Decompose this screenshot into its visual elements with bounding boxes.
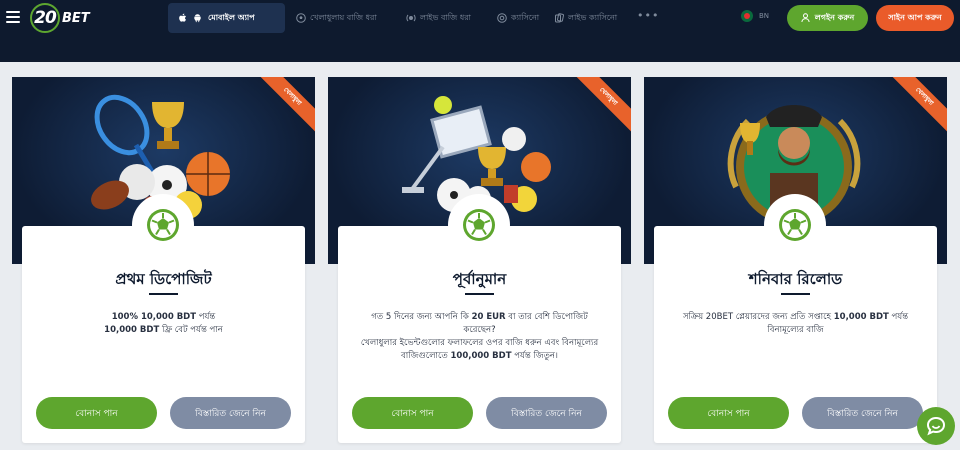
signup-label: সাইন আপ করুন xyxy=(888,12,942,22)
desc-text: সক্রিয় 20BET প্লেয়ারদের জন্য প্রতি সপ্… xyxy=(682,312,834,322)
nav-label: লাইভ ক্যাসিনো xyxy=(568,12,618,22)
get-bonus-button[interactable]: বোনাস পান xyxy=(352,397,473,429)
mobile-app-label: মোবাইল অ্যাপ xyxy=(208,12,255,22)
sport-badge xyxy=(448,194,510,256)
learn-more-button[interactable]: বিস্তারিত জেনে নিন xyxy=(170,397,291,429)
chat-bubble-icon xyxy=(926,416,946,436)
logo-number: 20 xyxy=(30,3,60,33)
live-chat-button[interactable] xyxy=(917,407,955,445)
card-description: সক্রিয় 20BET প্লেয়ারদের জন্য প্রতি সপ্… xyxy=(670,311,921,337)
login-label: লগইন করুন xyxy=(814,12,855,22)
language-selector[interactable]: BN xyxy=(741,10,769,22)
title-underline xyxy=(781,293,810,295)
nav-sports-betting[interactable]: খেলাধুলায় বাজি ধরা xyxy=(296,11,377,25)
casino-chip-icon xyxy=(497,13,507,23)
desc-text: পর্যন্ত জিতুন। xyxy=(511,351,558,361)
get-bonus-button[interactable]: বোনাস পান xyxy=(668,397,789,429)
title-underline xyxy=(149,293,178,295)
nav-label: খেলাধুলায় বাজি ধরা xyxy=(310,12,377,22)
nav-casino[interactable]: ক্যাসিনো xyxy=(497,11,539,25)
signup-button[interactable]: সাইন আপ করুন xyxy=(876,5,954,31)
learn-more-button[interactable]: বিস্তারিত জেনে নিন xyxy=(486,397,607,429)
card-content: প্রথম ডিপোজিট 100% 10,000 BDT পর্যন্ত 10… xyxy=(22,226,305,443)
promo-card-saturday-reload: খেলাধুলা শনিবার রিলোড সক্রিয় 20BET প্লে… xyxy=(644,77,947,443)
desc-bold: 20 EUR xyxy=(471,312,506,322)
android-icon xyxy=(194,14,201,23)
nav-live-betting[interactable]: লাইভ বাজি ধরা xyxy=(406,11,471,25)
language-label: BN xyxy=(759,12,770,20)
card-content: শনিবার রিলোড সক্রিয় 20BET প্লেয়ারদের জ… xyxy=(654,226,937,443)
menu-icon[interactable] xyxy=(6,11,20,23)
nav-label: লাইভ বাজি ধরা xyxy=(420,12,471,22)
desc-bold: 10,000 BDT xyxy=(104,325,160,335)
login-button[interactable]: লগইন করুন xyxy=(787,5,868,31)
get-bonus-button[interactable]: বোনাস পান xyxy=(36,397,157,429)
nav-label: ক্যাসিনো xyxy=(511,12,540,22)
promo-card-first-deposit: খেলাধুলা প্রথম ডিপোজিট 100% 10,000 BDT প… xyxy=(12,77,315,443)
more-menu-icon[interactable]: ••• xyxy=(637,9,659,22)
live-icon xyxy=(406,14,416,22)
nav-live-casino[interactable]: লাইভ ক্যাসিনো xyxy=(554,11,617,25)
card-title: পূর্বানুমান xyxy=(452,270,507,288)
bangladesh-flag-icon xyxy=(741,10,753,22)
soccer-ball-icon xyxy=(147,209,179,241)
title-underline xyxy=(465,293,494,295)
desc-text: পর্যন্ত xyxy=(196,312,216,322)
card-title: শনিবার রিলোড xyxy=(748,270,843,288)
sport-badge xyxy=(132,194,194,256)
card-content: পূর্বানুমান গত 5 দিনের জন্য আপনি কি 20 E… xyxy=(338,226,621,443)
desc-bold: 100% 10,000 BDT xyxy=(111,312,197,322)
desc-text: গত 5 দিনের জন্য আপনি কি xyxy=(371,312,472,322)
soccer-ball-icon xyxy=(779,209,811,241)
card-title: প্রথম ডিপোজিট xyxy=(115,270,212,288)
card-description: গত 5 দিনের জন্য আপনি কি 20 EUR বা তার বে… xyxy=(354,311,605,363)
top-header: 20 BET মোবাইল অ্যাপ খেলাধুলায় বাজি ধরা … xyxy=(0,0,960,40)
desc-text: ফ্রি বেট পর্যন্ত পান xyxy=(159,325,223,335)
soccer-ball-icon xyxy=(463,209,495,241)
learn-more-button[interactable]: বিস্তারিত জেনে নিন xyxy=(802,397,923,429)
card-description: 100% 10,000 BDT পর্যন্ত 10,000 BDT ফ্রি … xyxy=(38,311,289,337)
sport-badge xyxy=(764,194,826,256)
desc-bold: 100,000 BDT xyxy=(450,351,512,361)
header-strip xyxy=(0,40,960,62)
logo[interactable]: 20 BET xyxy=(30,2,90,34)
soccer-ball-icon xyxy=(296,13,306,23)
mobile-app-button[interactable]: মোবাইল অ্যাপ xyxy=(168,3,285,33)
user-icon xyxy=(801,13,810,23)
desc-bold: 10,000 BDT xyxy=(833,312,889,322)
apple-icon xyxy=(179,13,186,22)
logo-text: BET xyxy=(62,10,90,26)
promo-card-prediction: খেলাধুলা পূর্বানুমান গত 5 দিনের জন্য আপন… xyxy=(328,77,631,443)
cards-icon xyxy=(555,13,564,23)
